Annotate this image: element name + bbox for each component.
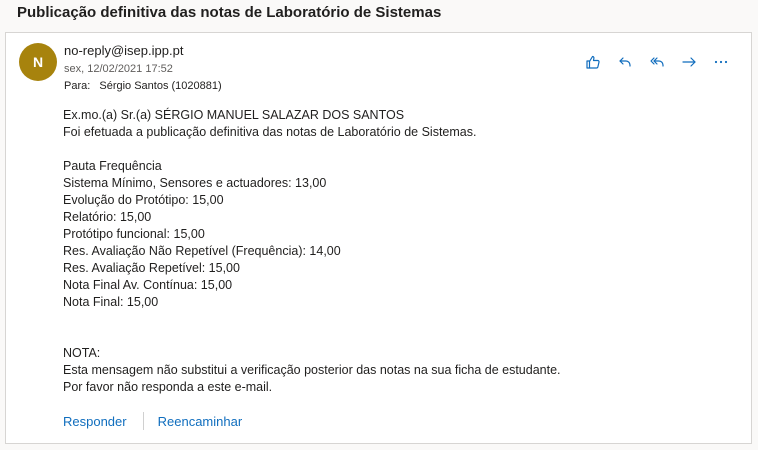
more-actions-button[interactable] bbox=[705, 51, 737, 73]
message-actions bbox=[577, 51, 737, 73]
message-footer: Responder Reencaminhar bbox=[63, 412, 242, 430]
forward-icon bbox=[682, 57, 696, 67]
sender-avatar[interactable]: N bbox=[19, 43, 57, 81]
greeting-line: Ex.mo.(a) Sr.(a) SÉRGIO MANUEL SALAZAR D… bbox=[63, 108, 405, 122]
recipient-name[interactable]: Sérgio Santos (1020881) bbox=[99, 80, 221, 92]
grades-title: Pauta Frequência bbox=[63, 159, 162, 173]
forward-link[interactable]: Reencaminhar bbox=[158, 414, 243, 429]
forward-button[interactable] bbox=[673, 51, 705, 73]
intro-line: Foi efetuada a publicação definitiva das… bbox=[63, 125, 477, 139]
recipient-label: Para: bbox=[64, 80, 91, 92]
note-line: Por favor não responda a este e-mail. bbox=[63, 380, 273, 394]
note-title: NOTA: bbox=[63, 346, 101, 360]
reply-link[interactable]: Responder bbox=[63, 414, 127, 429]
grade-line: Nota Final Av. Contínua: 15,00 bbox=[63, 278, 233, 292]
grade-line: Protótipo funcional: 15,00 bbox=[63, 227, 205, 241]
recipient-line: Para: Sérgio Santos (1020881) bbox=[64, 80, 222, 92]
grade-line: Evolução do Protótipo: 15,00 bbox=[63, 193, 224, 207]
message-date: sex, 12/02/2021 17:52 bbox=[64, 63, 173, 75]
thumbs-up-icon bbox=[586, 55, 600, 69]
grade-line: Nota Final: 15,00 bbox=[63, 295, 159, 309]
email-subject: Publicação definitiva das notas de Labor… bbox=[17, 4, 442, 21]
sender-address[interactable]: no-reply@isep.ipp.pt bbox=[64, 43, 183, 58]
email-message-card: N no-reply@isep.ipp.pt sex, 12/02/2021 1… bbox=[5, 32, 752, 444]
reply-button[interactable] bbox=[609, 51, 641, 73]
message-body: Ex.mo.(a) Sr.(a) SÉRGIO MANUEL SALAZAR D… bbox=[63, 107, 723, 396]
more-icon bbox=[714, 60, 728, 64]
grade-line: Relatório: 15,00 bbox=[63, 210, 152, 224]
grade-line: Res. Avaliação Não Repetível (Frequência… bbox=[63, 244, 341, 258]
note-line: Esta mensagem não substitui a verificaçã… bbox=[63, 363, 561, 377]
reply-all-button[interactable] bbox=[641, 51, 673, 73]
grade-line: Res. Avaliação Repetível: 15,00 bbox=[63, 261, 240, 275]
reply-all-icon bbox=[650, 57, 664, 67]
like-button[interactable] bbox=[577, 51, 609, 73]
grade-line: Sistema Mínimo, Sensores e actuadores: 1… bbox=[63, 176, 327, 190]
reply-icon bbox=[619, 57, 631, 67]
footer-divider bbox=[142, 412, 144, 430]
